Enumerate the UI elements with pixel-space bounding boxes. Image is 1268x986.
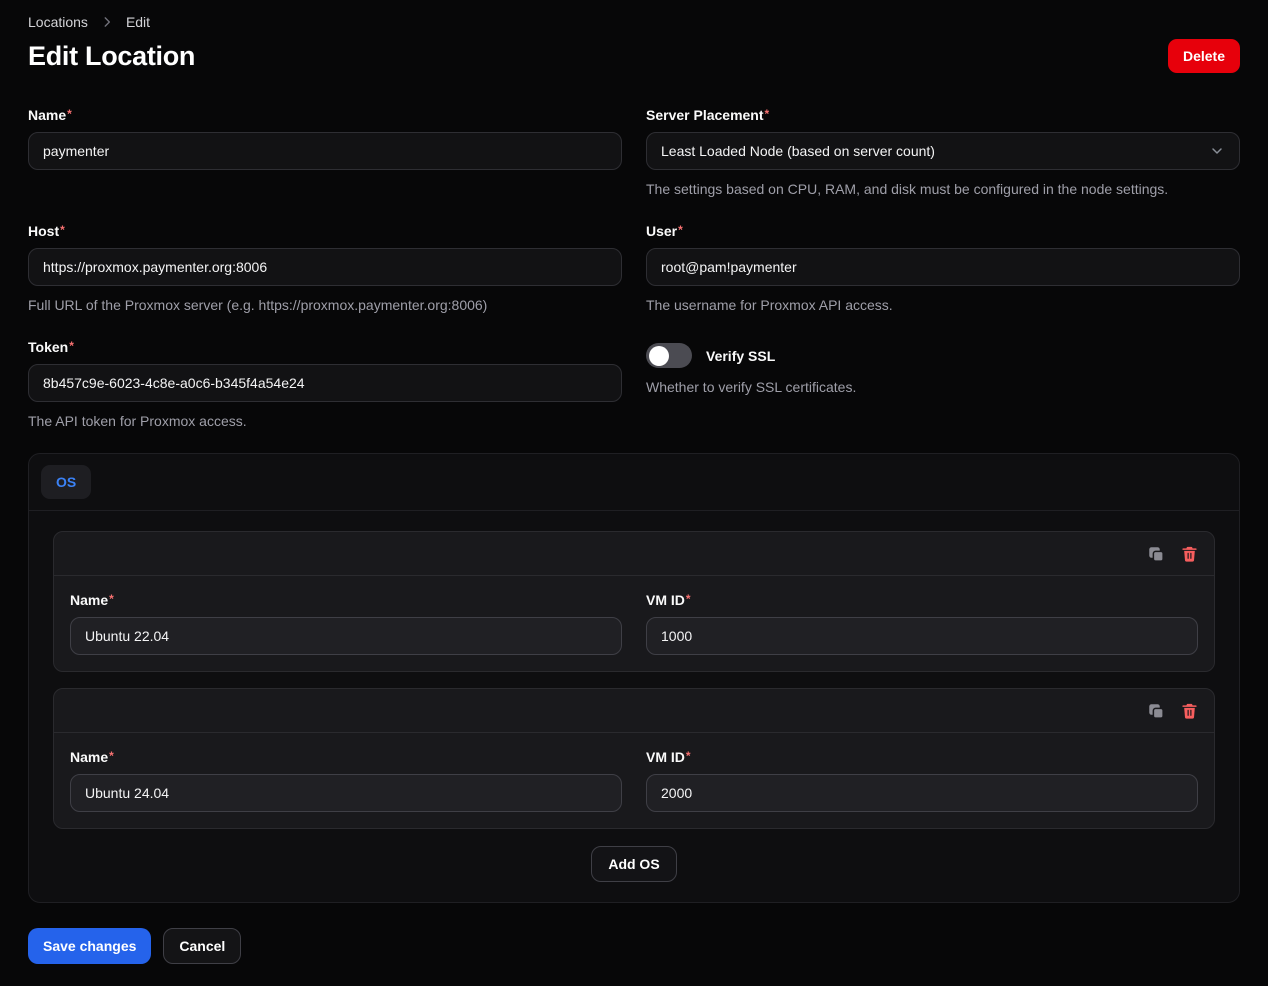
- verify-ssl-field-group: Verify SSL Whether to verify SSL certifi…: [646, 339, 1240, 429]
- required-marker: *: [765, 107, 770, 121]
- host-field-group: Host* Full URL of the Proxmox server (e.…: [28, 223, 622, 313]
- server-placement-select[interactable]: Least Loaded Node (based on server count…: [646, 132, 1240, 170]
- os-name-input[interactable]: [70, 617, 622, 655]
- token-help: The API token for Proxmox access.: [28, 413, 622, 429]
- cancel-button[interactable]: Cancel: [163, 928, 241, 964]
- delete-os-icon[interactable]: [1181, 702, 1198, 720]
- host-label: Host*: [28, 223, 622, 239]
- os-card-body: Name* VM ID*: [54, 733, 1214, 828]
- token-field-group: Token* The API token for Proxmox access.: [28, 339, 622, 429]
- location-form: Name* Server Placement* Least Loaded Nod…: [28, 107, 1240, 455]
- server-placement-help: The settings based on CPU, RAM, and disk…: [646, 181, 1240, 197]
- required-marker: *: [678, 223, 683, 237]
- token-input[interactable]: [28, 364, 622, 402]
- duplicate-os-icon[interactable]: [1147, 702, 1165, 720]
- os-panel: OS Name* VM ID*: [28, 453, 1240, 903]
- duplicate-os-icon[interactable]: [1147, 545, 1165, 563]
- token-label: Token*: [28, 339, 622, 355]
- os-name-label: Name*: [70, 749, 622, 765]
- server-placement-value: Least Loaded Node (based on server count…: [661, 143, 935, 159]
- os-vmid-field-group: VM ID*: [646, 592, 1198, 655]
- required-marker: *: [60, 223, 65, 237]
- required-marker: *: [686, 592, 691, 606]
- breadcrumb-edit[interactable]: Edit: [126, 14, 150, 30]
- os-vmid-input[interactable]: [646, 774, 1198, 812]
- verify-ssl-help: Whether to verify SSL certificates.: [646, 379, 1240, 395]
- delete-os-icon[interactable]: [1181, 545, 1198, 563]
- chevron-down-icon: [1209, 143, 1225, 159]
- required-marker: *: [67, 107, 72, 121]
- os-card-header: [54, 532, 1214, 576]
- required-marker: *: [686, 749, 691, 763]
- required-marker: *: [69, 339, 74, 353]
- name-label: Name*: [28, 107, 622, 123]
- os-vmid-label: VM ID*: [646, 592, 1198, 608]
- os-name-input[interactable]: [70, 774, 622, 812]
- add-os-button[interactable]: Add OS: [591, 846, 676, 882]
- os-card-header: [54, 689, 1214, 733]
- os-name-field-group: Name*: [70, 749, 622, 812]
- name-input[interactable]: [28, 132, 622, 170]
- user-help: The username for Proxmox API access.: [646, 297, 1240, 313]
- os-tab-bar: OS: [29, 454, 1239, 510]
- user-label: User*: [646, 223, 1240, 239]
- chevron-right-icon: [100, 15, 114, 29]
- breadcrumb: Locations Edit: [28, 14, 1240, 30]
- host-input[interactable]: [28, 248, 622, 286]
- toggle-knob: [649, 346, 669, 366]
- save-button[interactable]: Save changes: [28, 928, 151, 964]
- breadcrumb-locations[interactable]: Locations: [28, 14, 88, 30]
- os-name-label: Name*: [70, 592, 622, 608]
- server-placement-label: Server Placement*: [646, 107, 1240, 123]
- os-card-body: Name* VM ID*: [54, 576, 1214, 671]
- os-panel-body: Name* VM ID* Name*: [29, 511, 1239, 902]
- tab-os[interactable]: OS: [41, 465, 91, 499]
- delete-button[interactable]: Delete: [1168, 39, 1240, 73]
- os-card: Name* VM ID*: [53, 531, 1215, 672]
- os-card: Name* VM ID*: [53, 688, 1215, 829]
- required-marker: *: [109, 592, 114, 606]
- user-input[interactable]: [646, 248, 1240, 286]
- host-help: Full URL of the Proxmox server (e.g. htt…: [28, 297, 622, 313]
- server-placement-field-group: Server Placement* Least Loaded Node (bas…: [646, 107, 1240, 197]
- page-title: Edit Location: [28, 41, 195, 72]
- verify-ssl-label: Verify SSL: [706, 348, 775, 364]
- name-field-group: Name*: [28, 107, 622, 197]
- page-header: Edit Location Delete: [28, 39, 1240, 73]
- required-marker: *: [109, 749, 114, 763]
- os-vmid-label: VM ID*: [646, 749, 1198, 765]
- user-field-group: User* The username for Proxmox API acces…: [646, 223, 1240, 313]
- verify-ssl-toggle[interactable]: [646, 343, 692, 368]
- footer-actions: Save changes Cancel: [28, 928, 1240, 964]
- os-vmid-input[interactable]: [646, 617, 1198, 655]
- os-vmid-field-group: VM ID*: [646, 749, 1198, 812]
- os-name-field-group: Name*: [70, 592, 622, 655]
